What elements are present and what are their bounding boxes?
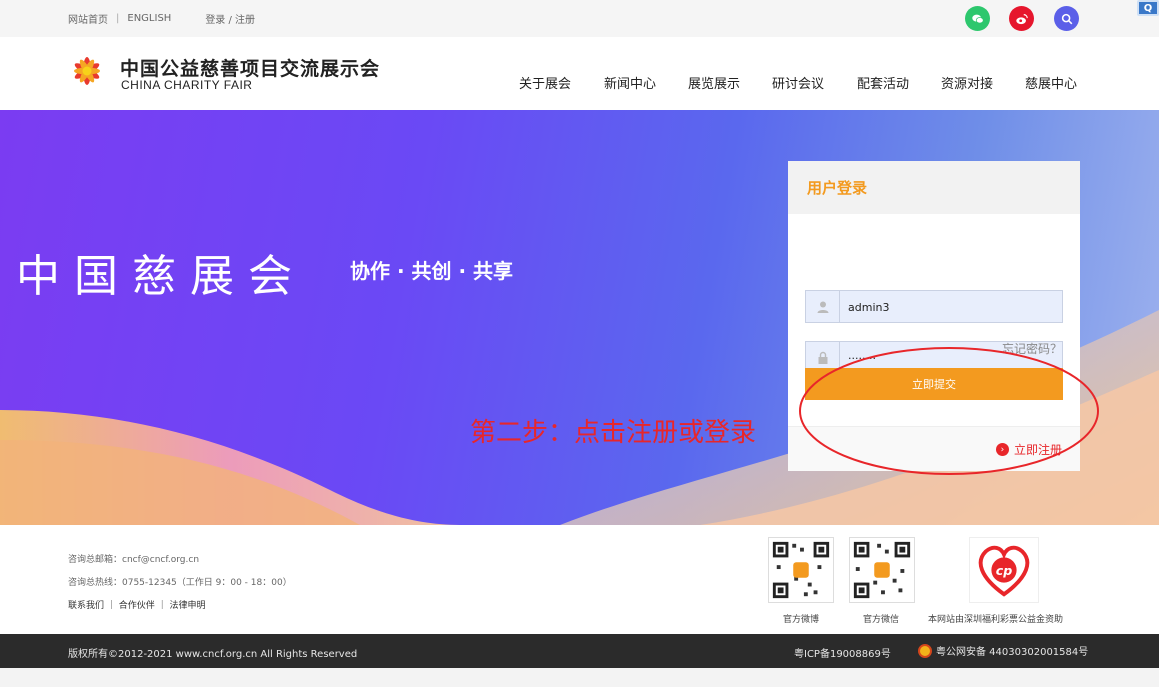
nav-activities[interactable]: 配套活动 (857, 73, 909, 92)
icp-link[interactable]: 粤ICP备19008869号 (794, 645, 891, 660)
nav-exhibition[interactable]: 展览展示 (688, 73, 740, 92)
qr-wechat-label: 官方微信 (863, 615, 900, 625)
police-record-link[interactable]: 粤公网安备 44030302001584号 (918, 643, 1088, 658)
register-link[interactable]: › 立即注册 (995, 441, 1062, 458)
register-link-label: 立即注册 (1013, 443, 1062, 457)
logo-title-cn[interactable]: 中国公益慈善项目交流展示会 (120, 54, 380, 81)
top-bar: 网站首页 | ENGLISH 登录 / 注册 Q (0, 0, 1159, 37)
banner-title: 中国慈展会 (16, 251, 306, 302)
copyright-text: 版权所有©2012-2021 www.cncf.org.cn All Right… (68, 649, 358, 660)
qr-wechat-image (849, 537, 915, 603)
weibo-icon[interactable] (1009, 6, 1034, 31)
login-footer: › 立即注册 (788, 426, 1080, 471)
welfare-lottery-logo-icon: cp (969, 537, 1039, 603)
arrow-right-icon: › (995, 443, 1009, 456)
police-record-text: 粤公网安备 44030302001584号 (936, 647, 1089, 658)
footer-hotline: 咨询总热线：0755-12345（工作日 9：00 - 18：00） (68, 578, 292, 588)
top-separator: | (116, 13, 120, 24)
footer-email: 咨询总邮箱：cncf@cncf.org.cn (68, 555, 200, 565)
user-icon (806, 291, 840, 322)
qr-weibo-label: 官方微博 (783, 615, 820, 625)
username-input[interactable] (848, 297, 1048, 317)
top-links: 网站首页 | ENGLISH 登录 / 注册 (68, 11, 255, 26)
logo-icon (74, 57, 100, 85)
svg-text:cp: cp (996, 563, 1012, 578)
search-icon[interactable] (1054, 6, 1079, 31)
police-badge-icon (918, 643, 932, 658)
username-field[interactable] (805, 290, 1063, 323)
nav-resources[interactable]: 资源对接 (941, 73, 993, 92)
login-register-link[interactable]: 登录 / 注册 (205, 11, 255, 26)
login-heading: 用户登录 (788, 161, 1080, 214)
english-link[interactable]: ENGLISH (127, 13, 171, 24)
nav-about[interactable]: 关于展会 (519, 73, 571, 92)
footer-links[interactable]: 联系我们 ｜ 合作伙伴 ｜ 法律申明 (68, 598, 205, 611)
browser-extension-icon[interactable]: Q (1137, 0, 1159, 16)
qr-weibo-image (768, 537, 834, 603)
forgot-password-link[interactable]: 忘记密码？ (1002, 340, 1062, 357)
nav-center[interactable]: 慈展中心 (1025, 73, 1077, 92)
page-bottom-spacer (0, 668, 1159, 687)
login-panel: 用户登录 忘记密码？ 立即提交 › 立即注册 (788, 161, 1080, 471)
nav-seminar[interactable]: 研讨会议 (772, 73, 824, 92)
home-link[interactable]: 网站首页 (68, 11, 108, 26)
banner-slogan: 协作 · 共创 · 共享 (350, 259, 514, 283)
wechat-icon[interactable] (965, 6, 990, 31)
footer: 咨询总邮箱：cncf@cncf.org.cn 咨询总热线：0755-12345（… (0, 525, 1159, 634)
nav-news[interactable]: 新闻中心 (604, 73, 656, 92)
logo-title-en[interactable]: CHINA CHARITY FAIR (121, 78, 252, 92)
copyright-bar: 版权所有©2012-2021 www.cncf.org.cn All Right… (0, 634, 1159, 668)
site-header: 中国公益慈善项目交流展示会 CHINA CHARITY FAIR 关于展会 新闻… (0, 37, 1159, 110)
sponsor-label: 本网站由深圳福利彩票公益金资助 (928, 615, 1064, 625)
hero-banner: 中国慈展会 协作 · 共创 · 共享 第二步：点击注册或登录 用户登录 忘记密码… (0, 110, 1159, 525)
submit-button[interactable]: 立即提交 (805, 368, 1063, 400)
annotation-text: 第二步：点击注册或登录 (470, 418, 757, 448)
